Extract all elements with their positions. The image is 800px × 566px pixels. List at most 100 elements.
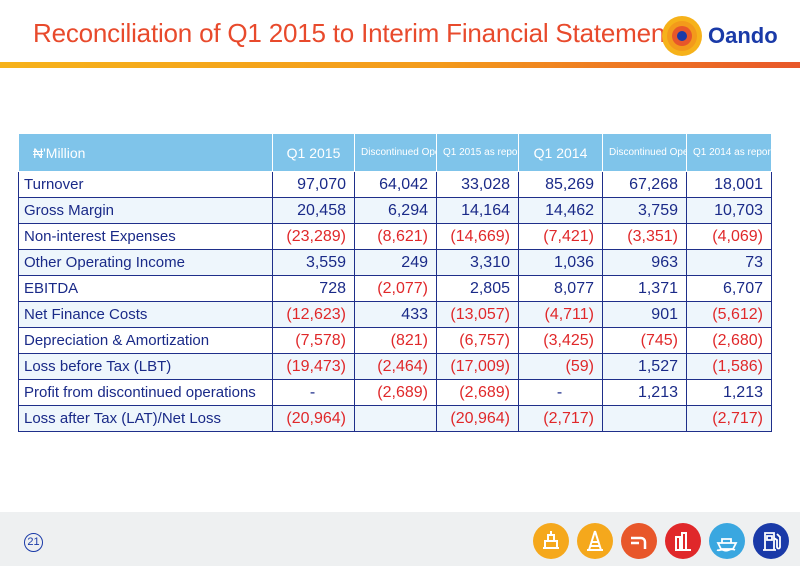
row-label: Gross Margin — [18, 197, 273, 224]
logo-text: Oando — [708, 23, 778, 48]
row-label: Profit from discontinued operations — [18, 379, 273, 406]
table-cell: 728 — [272, 275, 355, 302]
table-cell: (4,711) — [518, 301, 603, 328]
table-cell: (2,464) — [354, 353, 437, 380]
table-cell: (2,689) — [354, 379, 437, 406]
table-cell — [354, 405, 437, 432]
table-row: Loss before Tax (LBT) (19,473) (2,464) (17,… — [18, 353, 772, 380]
table-cell: (59) — [518, 353, 603, 380]
table-cell: (4,069) — [686, 223, 772, 250]
table-cell: 433 — [354, 301, 437, 328]
table-cell: - — [272, 379, 355, 406]
table-cell: (20,964) — [272, 405, 355, 432]
table-row: Depreciation & Amortization (7,578) (821)(… — [18, 327, 772, 354]
table-cell: (2,717) — [686, 405, 772, 432]
table-cell: 1,527 — [602, 353, 687, 380]
table-cell: 18,001 — [686, 171, 772, 198]
table-cell: (6,757) — [436, 327, 519, 354]
table-cell: 6,294 — [354, 197, 437, 224]
table-cell: 3,559 — [272, 249, 355, 276]
table-row: Net Finance Costs (12,623) 433 (13,057) (4,7… — [18, 301, 772, 328]
table-cell: (2,717) — [518, 405, 603, 432]
table-cell: (2,689) — [436, 379, 519, 406]
table-cell: 20,458 — [272, 197, 355, 224]
table-cell: 1,036 — [518, 249, 603, 276]
table-cell: 249 — [354, 249, 437, 276]
table-cell: (3,351) — [602, 223, 687, 250]
table-cell: (14,669) — [436, 223, 519, 250]
table-cell: 1,371 — [602, 275, 687, 302]
table-row: Other Operating Income 3,559 249 3,310 1,036… — [18, 249, 772, 276]
table-cell: 10,703 — [686, 197, 772, 224]
table-cell: 67,268 — [602, 171, 687, 198]
row-label: Loss after Tax (LAT)/Net Loss — [18, 405, 273, 432]
table-cell: 8,077 — [518, 275, 603, 302]
table-cell: 963 — [602, 249, 687, 276]
table-cell: 901 — [602, 301, 687, 328]
oil-derrick-icon — [577, 523, 613, 559]
table-cell — [602, 405, 687, 432]
column-header: Q1 2014 — [518, 133, 603, 172]
page-number: 21 — [24, 533, 43, 552]
column-header: ₦'Million — [18, 133, 273, 172]
table-row: Profit from discontinued operations - (2,6… — [18, 379, 772, 406]
reconciliation-table: ₦'MillionQ1 2015Discontinued OperationsQ… — [18, 133, 772, 432]
oando-logo-mark-icon — [662, 16, 702, 56]
header-divider — [0, 62, 800, 68]
table-cell: (8,621) — [354, 223, 437, 250]
fuel-pump-icon — [753, 523, 789, 559]
row-label: Net Finance Costs — [18, 301, 273, 328]
table-cell: 3,759 — [602, 197, 687, 224]
table-cell: 3,310 — [436, 249, 519, 276]
table-cell: (17,009) — [436, 353, 519, 380]
table-cell: (13,057) — [436, 301, 519, 328]
pipeline-icon — [621, 523, 657, 559]
table-cell: 2,805 — [436, 275, 519, 302]
row-label: Non-interest Expenses — [18, 223, 273, 250]
table-cell: (821) — [354, 327, 437, 354]
row-label: Other Operating Income — [18, 249, 273, 276]
table-cell: (2,077) — [354, 275, 437, 302]
table-cell: 14,462 — [518, 197, 603, 224]
power-plant-icon — [665, 523, 701, 559]
column-header: Discontinued Operations — [354, 133, 437, 172]
table-cell: 14,164 — [436, 197, 519, 224]
table-cell: - — [518, 379, 603, 406]
table-cell: (1,586) — [686, 353, 772, 380]
table-cell: 97,070 — [272, 171, 355, 198]
table-row: Loss after Tax (LAT)/Net Loss (20,964) (20… — [18, 405, 772, 432]
table-cell: (12,623) — [272, 301, 355, 328]
tanker-ship-icon — [709, 523, 745, 559]
table-cell: (23,289) — [272, 223, 355, 250]
table-cell: (3,425) — [518, 327, 603, 354]
table-row: Non-interest Expenses (23,289) (8,621) (14,… — [18, 223, 772, 250]
table-cell: (745) — [602, 327, 687, 354]
table-cell: 6,707 — [686, 275, 772, 302]
table-cell: (2,680) — [686, 327, 772, 354]
table-cell: 85,269 — [518, 171, 603, 198]
row-label: Loss before Tax (LBT) — [18, 353, 273, 380]
table-cell: (19,473) — [272, 353, 355, 380]
page-title: Reconciliation of Q1 2015 to Interim Fin… — [33, 18, 673, 48]
oando-logo: Oando — [660, 14, 780, 58]
column-header: Q1 2015 as reported — [436, 133, 519, 172]
row-label: EBITDA — [18, 275, 273, 302]
table-cell: (7,421) — [518, 223, 603, 250]
table-cell: 1,213 — [602, 379, 687, 406]
table-header-row: ₦'MillionQ1 2015Discontinued OperationsQ… — [18, 133, 772, 172]
table-cell: (7,578) — [272, 327, 355, 354]
offshore-rig-icon — [533, 523, 569, 559]
row-label: Turnover — [18, 171, 273, 198]
table-cell: 73 — [686, 249, 772, 276]
table-row: Gross Margin 20,458 6,294 14,164 14,462 3,759… — [18, 197, 772, 224]
table-cell: 64,042 — [354, 171, 437, 198]
table-cell: 1,213 — [686, 379, 772, 406]
table-cell: 33,028 — [436, 171, 519, 198]
row-label: Depreciation & Amortization — [18, 327, 273, 354]
table-cell: (20,964) — [436, 405, 519, 432]
column-header: Discontinued Operations — [602, 133, 687, 172]
table-row: EBITDA 728 (2,077) 2,805 8,077 1,371 6,707 — [18, 275, 772, 302]
column-header: Q1 2014 as reported — [686, 133, 772, 172]
table-row: Turnover 97,070 64,042 33,028 85,269 67,268 18… — [18, 171, 772, 198]
column-header: Q1 2015 — [272, 133, 355, 172]
